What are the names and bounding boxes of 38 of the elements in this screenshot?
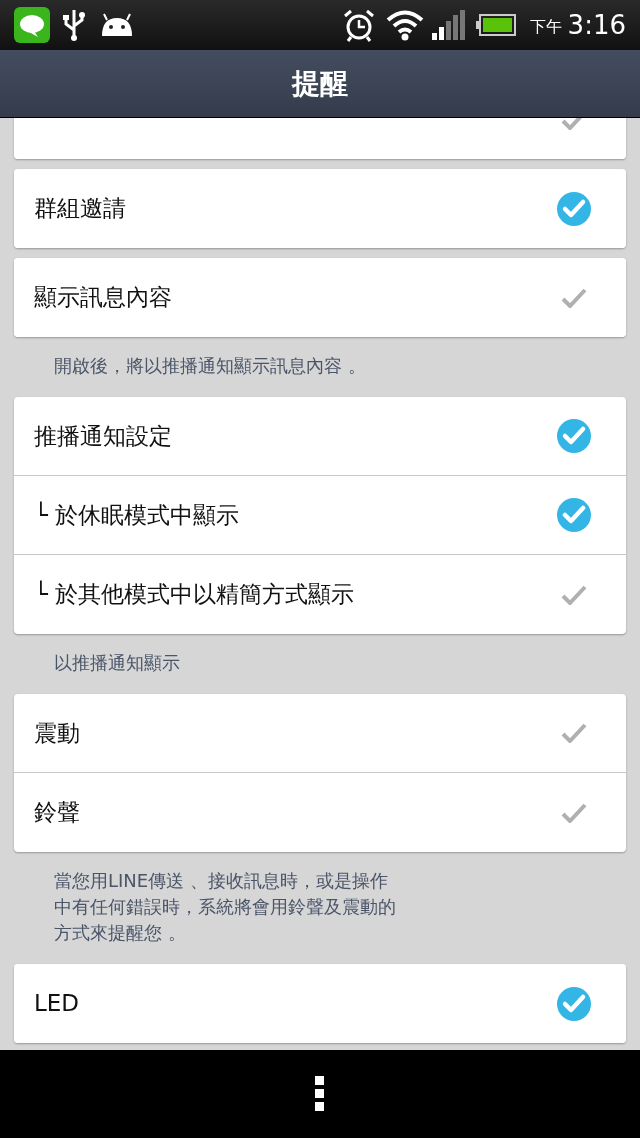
signal-icon: [431, 10, 466, 40]
setting-row[interactable]: └ 於其他模式中以精簡方式顯示: [14, 555, 626, 634]
setting-label: 推播通知設定: [34, 421, 173, 451]
setting-row[interactable]: 群組邀請: [14, 169, 626, 248]
setting-label: 顯示訊息內容: [34, 283, 173, 313]
section-note: 開啟後，將以推播通知顯示訊息內容 。: [54, 354, 367, 378]
time-period: 下午: [529, 16, 562, 38]
setting-row[interactable]: 推播通知設定: [14, 397, 626, 476]
checkbox-checked-icon[interactable]: [556, 190, 592, 227]
checkbox-checked-icon[interactable]: [556, 497, 592, 533]
setting-label: └ 於休眠模式中顯示: [34, 500, 241, 530]
chat-app-icon: [14, 7, 50, 43]
battery-icon: [475, 14, 516, 36]
setting-row[interactable]: 震動: [14, 694, 626, 773]
setting-row[interactable]: 顯示訊息內容: [14, 258, 626, 337]
screen-title: 提醒: [292, 65, 348, 102]
setting-label: LED: [34, 989, 81, 1019]
section-note: 當您用LINE傳送 、接收訊息時，或是操作中有任何錯誤時，系統將會用鈴聲及震動的方式來提醒您 。: [54, 869, 397, 945]
section-note: 以推播通知顯示: [54, 651, 181, 675]
robot-icon: [100, 12, 134, 38]
setting-row[interactable]: └ 於休眠模式中顯示: [14, 476, 626, 555]
setting-label: └ 於其他模式中以精簡方式顯示: [34, 579, 356, 610]
setting-row[interactable]: 鈴聲: [14, 773, 626, 852]
setting-row[interactable]: LED: [14, 964, 626, 1043]
setting-label: 鈴聲: [34, 798, 81, 828]
checkbox-unchecked-icon[interactable]: [561, 584, 587, 605]
alarm-clock-icon: [341, 8, 376, 42]
more-options-icon[interactable]: [315, 1076, 325, 1112]
checkbox-unchecked-icon[interactable]: [561, 802, 587, 823]
clock-time: 3:16: [567, 8, 626, 42]
usb-icon: [62, 8, 86, 42]
checkbox-checked-icon[interactable]: [556, 985, 592, 1022]
checkbox-checked-icon[interactable]: [556, 418, 592, 454]
setting-label: 震動: [34, 718, 81, 748]
setting-label: 群組邀請: [34, 194, 127, 224]
checkbox-unchecked-icon[interactable]: [561, 287, 587, 308]
checkbox-unchecked-icon[interactable]: [561, 723, 587, 743]
wifi-icon: [385, 9, 424, 41]
